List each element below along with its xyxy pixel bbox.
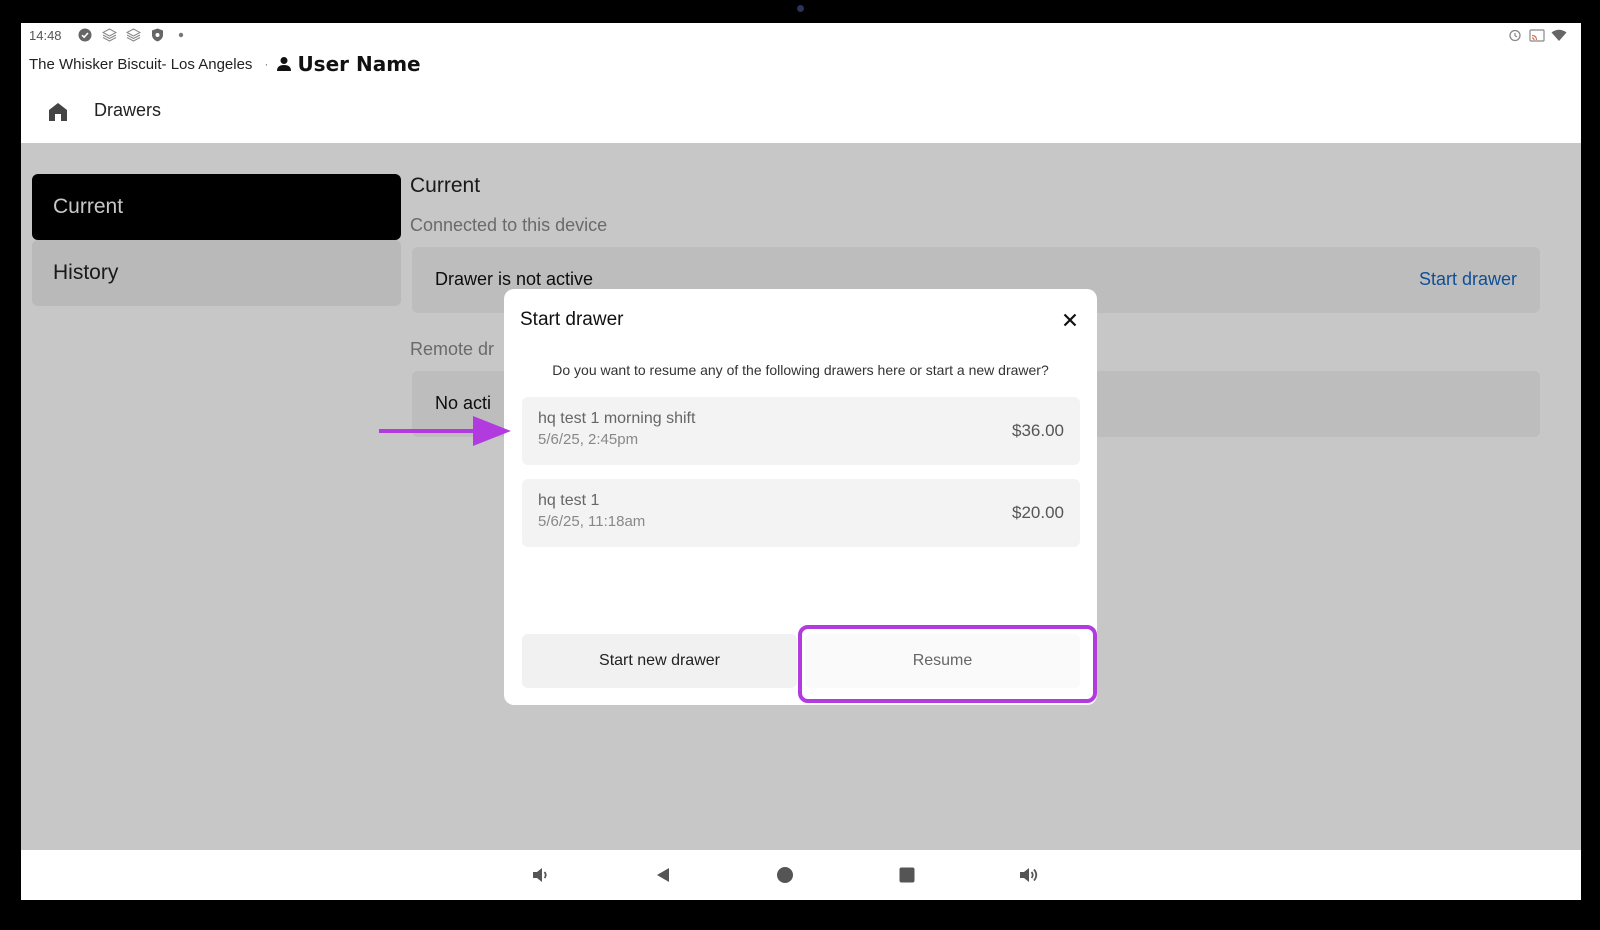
drawer-option[interactable]: hq test 1 morning shift 5/6/25, 2:45pm $… <box>522 397 1080 465</box>
location-name: The Whisker Biscuit- Los Angeles <box>29 55 253 73</box>
status-time: 14:48 <box>29 28 62 43</box>
status-icons-right <box>1507 27 1567 43</box>
status-bar: 14:48 <box>21 23 1581 49</box>
user-icon <box>277 57 292 71</box>
drawer-option[interactable]: hq test 1 5/6/25, 11:18am $20.00 <box>522 479 1080 547</box>
page-title: Drawers <box>94 100 162 120</box>
dialog-message: Do you want to resume any of the followi… <box>552 362 1049 378</box>
system-nav-bar <box>21 850 1581 900</box>
start-new-drawer-button[interactable]: Start new drawer <box>522 634 797 688</box>
device-frame: 14:48 The Whisker Biscuit- Los Angeles ·… <box>0 0 1600 930</box>
highlight-box <box>798 625 1097 703</box>
home-icon[interactable] <box>47 101 69 123</box>
drawer-date: 5/6/25, 2:45pm <box>538 431 639 448</box>
drawer-name: hq test 1 morning shift <box>538 410 696 427</box>
layers-icon <box>101 27 117 43</box>
drawer-name: hq test 1 <box>538 492 600 509</box>
status-icons-left <box>77 27 189 43</box>
user-name[interactable]: User Name <box>297 52 420 76</box>
drawer-amount: $20.00 <box>1012 503 1064 522</box>
drawer-date: 5/6/25, 11:18am <box>538 513 646 530</box>
recents-button[interactable] <box>895 863 919 887</box>
wifi-icon <box>1551 27 1567 43</box>
app-bar: Drawers <box>21 85 1581 143</box>
cast-icon <box>1529 27 1545 43</box>
back-button[interactable] <box>651 863 675 887</box>
volume-down-button[interactable] <box>529 863 553 887</box>
separator: · <box>264 57 269 71</box>
pointer-arrow-icon <box>379 416 511 446</box>
layers-icon <box>125 27 141 43</box>
dot-icon <box>173 27 189 43</box>
shield-icon <box>149 27 165 43</box>
volume-up-button[interactable] <box>1017 863 1041 887</box>
drawer-amount: $36.00 <box>1012 421 1064 440</box>
camera-dot <box>797 5 804 12</box>
close-icon[interactable] <box>1057 307 1083 333</box>
check-circle-icon <box>77 27 93 43</box>
dialog-title: Start drawer <box>520 309 624 330</box>
alarm-icon <box>1507 27 1523 43</box>
location-user-line: The Whisker Biscuit- Los Angeles · User … <box>29 52 421 76</box>
home-nav-button[interactable] <box>773 863 797 887</box>
